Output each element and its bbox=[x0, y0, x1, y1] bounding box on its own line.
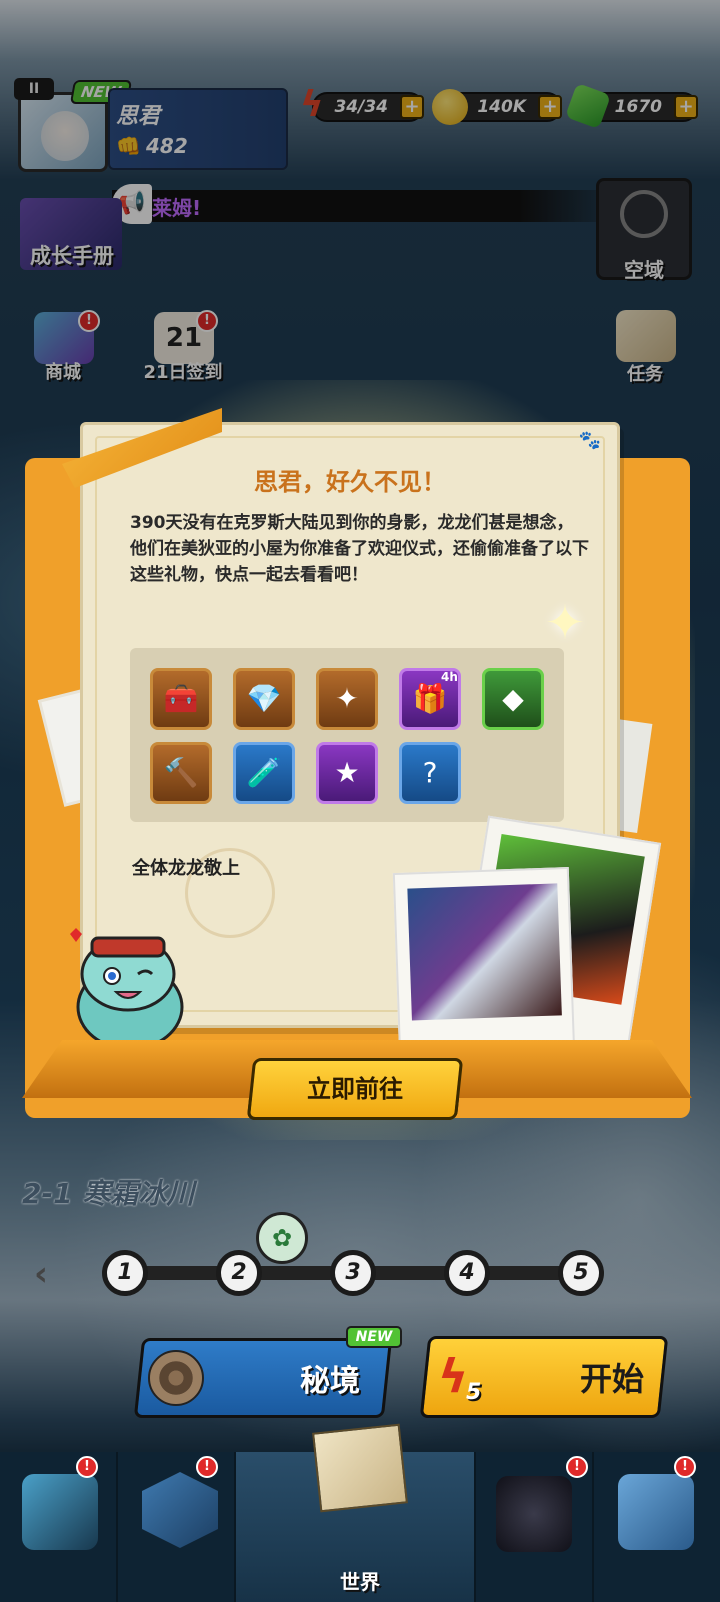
energy-cost-icon: ϟ bbox=[438, 1349, 469, 1403]
hammer-icon[interactable]: 🔨 bbox=[150, 742, 212, 804]
current-stage-marker-icon: ✿ bbox=[256, 1212, 308, 1264]
blue-star-icon[interactable]: ✦ bbox=[316, 668, 378, 730]
stage-node-5[interactable]: 5 bbox=[558, 1250, 604, 1296]
sparkle-icon: ✦ bbox=[544, 595, 586, 651]
nav-tab-guild[interactable] bbox=[594, 1452, 720, 1602]
character-nav-icon bbox=[496, 1476, 572, 1552]
yellow-star-icon[interactable]: ★ bbox=[316, 742, 378, 804]
letter-signature: 全体龙龙敬上 bbox=[132, 858, 240, 879]
nav-upgrade-alert: ! bbox=[196, 1456, 218, 1478]
guild-nav-icon bbox=[618, 1474, 694, 1550]
upgrade-hex-icon bbox=[142, 1472, 218, 1548]
nav-characters-alert: ! bbox=[566, 1456, 588, 1478]
stage-node-4[interactable]: 4 bbox=[444, 1250, 490, 1296]
characters-photo bbox=[407, 883, 562, 1021]
dragon-nav-icon bbox=[22, 1474, 98, 1550]
mascot-dragon-icon bbox=[70, 928, 184, 1051]
paw-corner-icon: 🐾 bbox=[578, 430, 602, 451]
polaroid-characters bbox=[392, 866, 576, 1060]
energy-cost: 5 bbox=[466, 1380, 482, 1405]
go-now-button-front[interactable]: 立即前往 bbox=[246, 1058, 464, 1120]
dialog-title: 思君，好久不见！ bbox=[254, 468, 446, 496]
go-now-label-front: 立即前往 bbox=[307, 1075, 403, 1103]
stage-node-3[interactable]: 3 bbox=[330, 1250, 376, 1296]
previous-stage-arrow[interactable]: ‹ bbox=[34, 1254, 48, 1294]
dialog-message: 390天没有在克罗斯大陆见到你的身影，龙龙们甚是想念，他们在美狄亚的小屋为你准备… bbox=[130, 513, 589, 585]
target-icon bbox=[148, 1350, 204, 1406]
secret-realm-label: 秘境 bbox=[300, 1364, 360, 1399]
nav-world-label: 世界 bbox=[340, 1570, 380, 1594]
green-crystal-icon[interactable]: ◆ bbox=[482, 668, 544, 730]
potion-icon[interactable]: 🧪 bbox=[233, 742, 295, 804]
secret-new-badge: NEW bbox=[346, 1326, 402, 1348]
nav-dragons-alert: ! bbox=[76, 1456, 98, 1478]
nav-guild-alert: ! bbox=[674, 1456, 696, 1478]
stage-node-2[interactable]: 2 bbox=[216, 1250, 262, 1296]
stage-node-1[interactable]: 1 bbox=[102, 1250, 148, 1296]
green-gems-icon[interactable]: 💎 bbox=[233, 668, 295, 730]
world-map-icon bbox=[312, 1423, 408, 1513]
gift-timer-badge: 4h bbox=[441, 670, 458, 684]
nav-tab-upgrade[interactable] bbox=[118, 1452, 236, 1602]
nav-tab-dragons[interactable] bbox=[0, 1452, 118, 1602]
stage-title: 2-1 寒霜冰川 bbox=[22, 1177, 195, 1210]
start-label: 开始 bbox=[580, 1360, 645, 1398]
mystery-chest-icon[interactable]: ? bbox=[399, 742, 461, 804]
treasure-chest-icon[interactable]: 🧰 bbox=[150, 668, 212, 730]
